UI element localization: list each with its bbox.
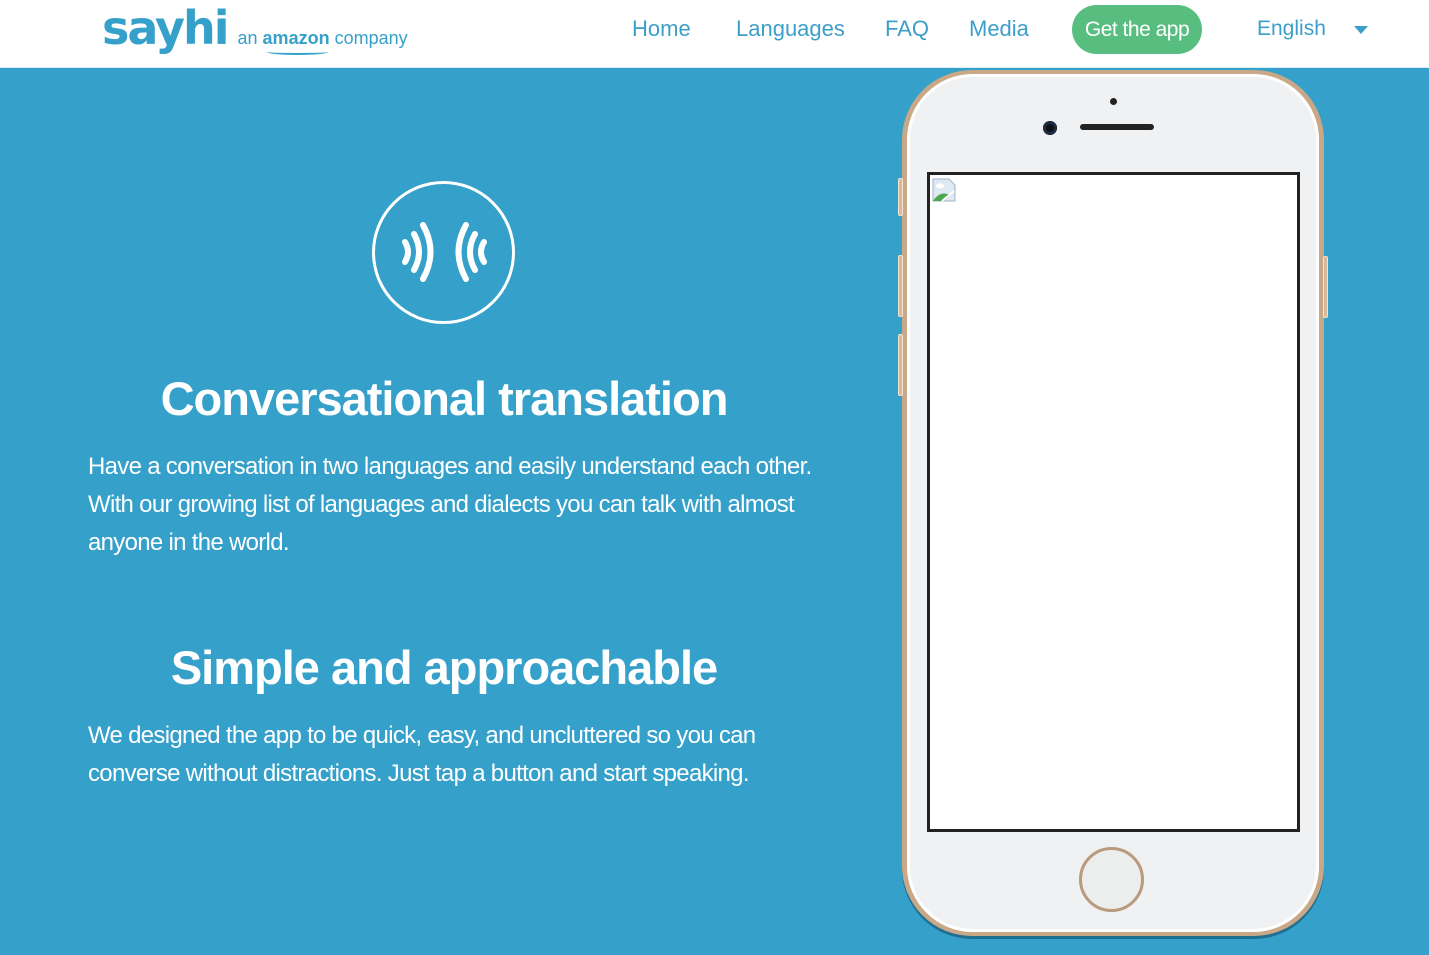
nav-home[interactable]: Home [632,16,691,42]
language-selector[interactable]: English [1257,17,1326,41]
feature-title-conversational: Conversational translation [160,372,729,425]
phone-camera-icon [1043,121,1057,135]
nav-media[interactable]: Media [969,16,1029,42]
chevron-down-icon[interactable] [1354,26,1368,34]
sound-waves-icon [402,222,487,282]
phone-screen [927,172,1300,832]
logo-tagline: an amazon company [237,28,408,55]
nav-languages[interactable]: Languages [736,16,845,42]
phone-volume-up [898,255,903,317]
get-the-app-button[interactable]: Get the app [1072,5,1202,54]
tagline-prefix: an [237,28,258,48]
amazon-smile-icon [266,49,328,55]
phone-mockup [898,70,1328,936]
phone-home-button [1079,847,1144,912]
phone-speaker-icon [1080,124,1154,130]
phone-mute-switch [898,178,903,216]
broken-image-icon [932,178,956,202]
top-navigation-bar: sayhi an amazon company Home Languages F… [0,0,1429,68]
feature-description-conversational: Have a conversation in two languages and… [88,453,812,556]
conversation-icon-circle [372,181,515,324]
tagline-amazon: amazon [263,28,330,55]
phone-power-button [1323,256,1328,318]
sayhi-logo[interactable]: sayhi an amazon company [102,0,408,60]
tagline-suffix: company [334,28,408,48]
phone-face [907,74,1319,932]
feature-title-simple: Simple and approachable [170,641,718,694]
nav-faq[interactable]: FAQ [885,16,929,42]
logo-wordmark: sayhi [102,1,230,55]
phone-volume-down [898,334,903,396]
phone-sensor-icon [1110,98,1117,105]
feature-description-simple: We designed the app to be quick, easy, a… [88,722,756,787]
